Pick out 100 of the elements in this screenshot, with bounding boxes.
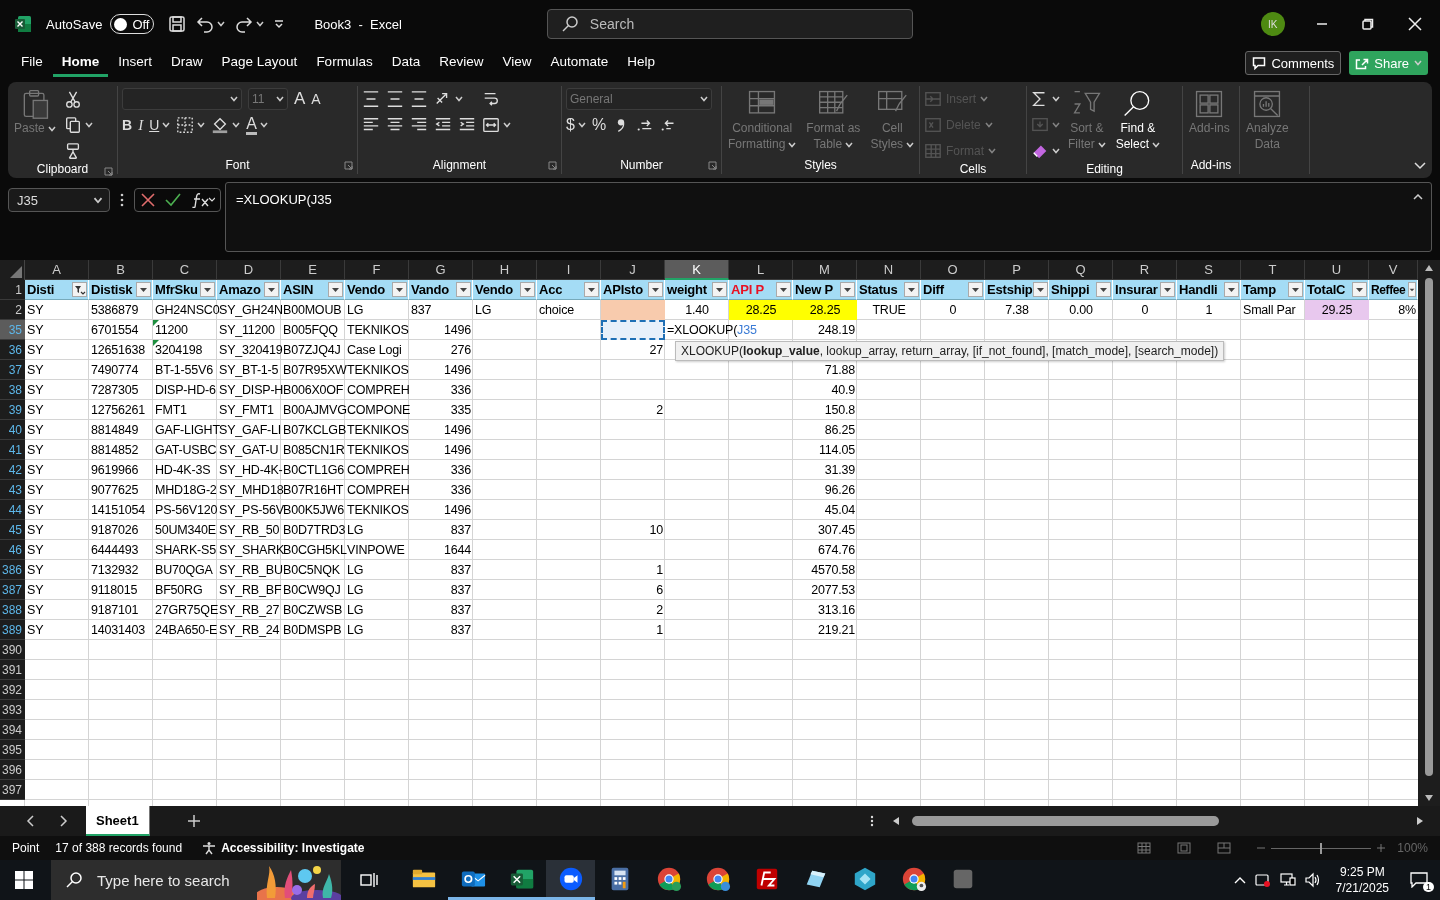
filter-button[interactable] [904, 282, 919, 297]
filter-button[interactable] [328, 282, 343, 297]
row-header[interactable]: 36 [0, 340, 25, 360]
cancel-icon[interactable] [139, 192, 156, 208]
filter-button[interactable] [840, 282, 855, 297]
filter-button[interactable] [136, 282, 151, 297]
filter-button[interactable] [1288, 282, 1303, 297]
launcher-icon[interactable] [344, 161, 353, 170]
collapse-icon[interactable] [1413, 194, 1423, 200]
function-icon[interactable] [191, 192, 216, 208]
row-header[interactable]: 39 [0, 400, 25, 420]
launcher-icon[interactable] [104, 167, 113, 176]
column-header[interactable]: S [1177, 260, 1241, 280]
row-header[interactable]: 390 [0, 640, 25, 660]
redo-button[interactable] [235, 15, 265, 33]
launcher-icon[interactable] [708, 161, 717, 170]
align-top-button[interactable] [362, 88, 380, 110]
volume-icon[interactable] [1304, 872, 1321, 888]
row-header[interactable]: 37 [0, 360, 25, 380]
row-header[interactable]: 45 [0, 520, 25, 540]
filter-button[interactable] [648, 282, 663, 297]
filter-button[interactable] [968, 282, 983, 297]
italic-button[interactable]: I [138, 114, 144, 136]
filter-button[interactable] [264, 282, 279, 297]
comments-button[interactable]: Comments [1245, 51, 1342, 75]
align-bottom-button[interactable] [410, 88, 428, 110]
filter-button[interactable] [456, 282, 471, 297]
row-header[interactable]: 396 [0, 760, 25, 780]
menu-tab[interactable]: Automate [541, 49, 618, 77]
menu-tab[interactable]: View [493, 49, 541, 77]
undo-button[interactable] [196, 15, 226, 33]
currency-button[interactable]: $ [566, 114, 586, 136]
formula-field[interactable]: =XLOOKUP(J35 [225, 182, 1432, 252]
menu-tab[interactable]: Review [430, 49, 493, 77]
windows-start-icon[interactable] [15, 871, 33, 889]
previous-sheet-icon[interactable] [26, 815, 36, 827]
filter-button[interactable] [1408, 282, 1416, 297]
row-header[interactable]: 40 [0, 420, 25, 440]
column-header[interactable]: Q [1049, 260, 1113, 280]
column-header[interactable]: J [601, 260, 665, 280]
customize-icon[interactable] [274, 19, 285, 29]
row-header[interactable]: 389 [0, 620, 25, 640]
row-header[interactable]: 395 [0, 740, 25, 760]
scrollbar-thumb[interactable] [912, 816, 1219, 826]
enter-icon[interactable] [165, 192, 182, 208]
column-header[interactable]: P [985, 260, 1049, 280]
borders-button[interactable] [176, 114, 206, 136]
menu-tab[interactable]: Page Layout [212, 49, 307, 77]
row-header[interactable]: 394 [0, 720, 25, 740]
restore-icon[interactable] [1362, 18, 1374, 30]
ribbon-button[interactable]: Find & Select [1113, 88, 1163, 152]
column-header[interactable]: G [409, 260, 473, 280]
search-field[interactable]: Search [546, 9, 913, 39]
show-hidden-icon[interactable] [1233, 876, 1246, 884]
row-header[interactable]: 391 [0, 660, 25, 680]
scroll-up-icon[interactable] [1424, 264, 1434, 272]
column-header[interactable]: R [1113, 260, 1177, 280]
row-header[interactable]: 41 [0, 440, 25, 460]
accessibility-button[interactable]: Accessibility: Investigate [202, 841, 365, 855]
collapse-ribbon-icon[interactable] [1414, 162, 1426, 170]
column-header[interactable]: U [1305, 260, 1369, 280]
row-header[interactable]: 44 [0, 500, 25, 520]
underline-button[interactable]: U [149, 114, 171, 136]
page-layout-icon[interactable] [1177, 842, 1192, 854]
filter-button[interactable] [776, 282, 791, 297]
menu-tab[interactable]: Data [382, 49, 430, 77]
zoom-slider-thumb[interactable] [1320, 842, 1323, 854]
filter-button[interactable] [1096, 282, 1111, 297]
close-icon[interactable] [1408, 17, 1422, 31]
clock-time[interactable]: 9:25 PM [1339, 864, 1385, 880]
grow-font-button[interactable]: A [294, 88, 306, 110]
filter-button[interactable] [1160, 282, 1175, 297]
menu-tab[interactable]: Draw [162, 49, 212, 77]
row-header[interactable]: 2 [0, 300, 25, 320]
filter-button[interactable] [584, 282, 599, 297]
row-header[interactable]: 388 [0, 600, 25, 620]
menu-tab[interactable]: File [12, 49, 52, 77]
shrink-font-button[interactable]: A [311, 88, 321, 110]
scroll-right-icon[interactable] [1416, 816, 1424, 826]
menu-tab[interactable]: Formulas [307, 49, 382, 77]
column-header[interactable]: B [89, 260, 153, 280]
notifications-button[interactable]: 1 [1404, 868, 1434, 892]
font-color-button[interactable]: A [246, 114, 268, 136]
column-header[interactable]: D [217, 260, 281, 280]
column-header[interactable]: O [921, 260, 985, 280]
filter-button[interactable] [1352, 282, 1367, 297]
scroll-left-icon[interactable] [892, 816, 900, 826]
column-header[interactable]: E [281, 260, 345, 280]
column-header[interactable]: A [25, 260, 89, 280]
bold-button[interactable]: B [122, 114, 133, 136]
filter-button[interactable] [200, 282, 215, 297]
filter-button[interactable] [520, 282, 535, 297]
security-icon[interactable] [1254, 872, 1271, 888]
column-header[interactable]: H [473, 260, 537, 280]
name-box[interactable]: J35 [8, 188, 110, 212]
filter-button[interactable] [712, 282, 727, 297]
row-header[interactable]: 397 [0, 780, 25, 800]
column-header[interactable]: F [345, 260, 409, 280]
menu-tab[interactable]: Home [52, 49, 109, 77]
filter-button[interactable] [1224, 282, 1239, 297]
